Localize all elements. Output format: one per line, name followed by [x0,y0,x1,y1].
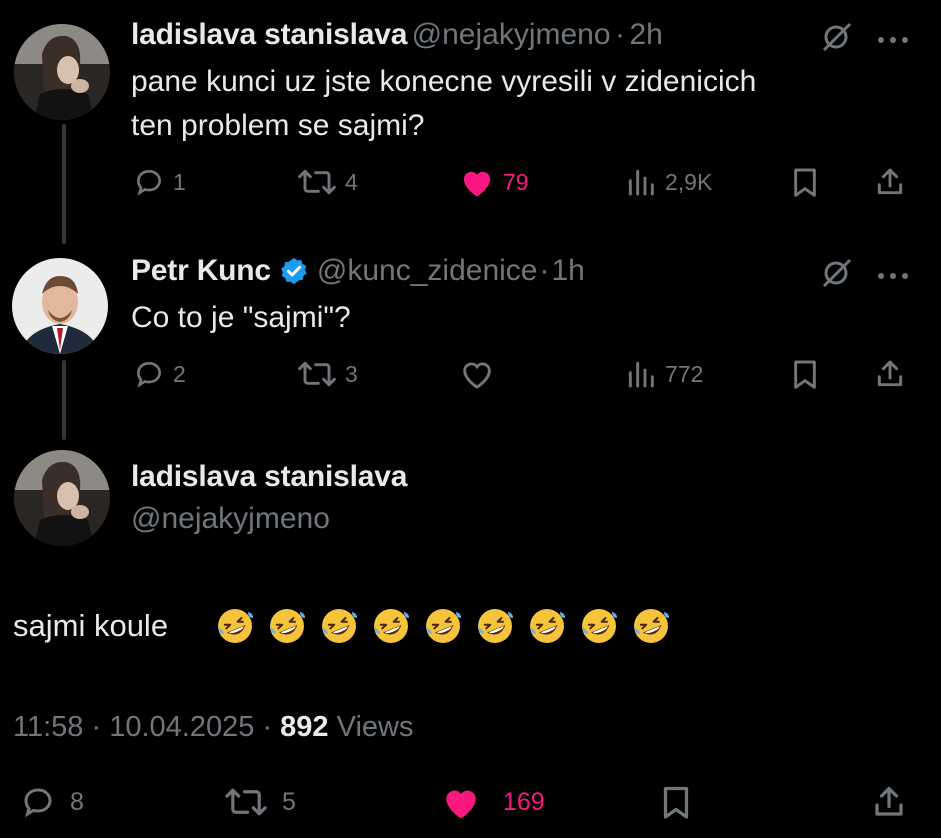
rolling-laughing-emoji-icon [478,609,513,643]
tweet-header: Petr Kunc @kunc_zidenice · 1h [131,254,585,288]
separator-dot: · [91,711,102,743]
repost-count: 4 [345,168,358,195]
views-count: 2,9K [665,168,713,195]
avatar[interactable] [12,258,108,354]
tweet-date[interactable]: 10.04.2025 [109,711,254,743]
rolling-laughing-emoji-icon [582,609,617,643]
tweet-header: ladislava stanislava @nejakyjmeno · 2h [131,18,663,52]
repost-icon [298,361,336,387]
more-icon[interactable] [876,32,910,50]
repost-button[interactable]: 5 [224,784,296,820]
views-icon [628,169,654,196]
repost-count: 5 [282,787,296,816]
grok-icon[interactable] [820,258,854,293]
tweet-time[interactable]: 2h [629,18,662,51]
share-button[interactable] [871,784,907,820]
reply-count: 2 [173,360,186,387]
views-button[interactable]: 2,9K [625,166,712,198]
share-icon [875,786,903,816]
like-button[interactable] [459,358,495,390]
main-author: ladislava stanislava @nejakyjmeno [131,460,407,536]
reply-icon [136,169,162,196]
repost-button[interactable]: 3 [297,358,358,390]
share-button[interactable] [874,358,906,390]
avatar[interactable] [14,450,110,546]
more-icon[interactable] [876,268,910,286]
verified-badge-icon [281,257,307,285]
bookmark-button[interactable] [790,358,820,390]
avatar-photo-icon [14,24,110,120]
repost-icon [298,169,336,195]
views-count: 892 [280,711,329,743]
reply-count: 1 [173,168,186,195]
thread-line [62,360,66,440]
avatar-photo-icon [14,450,110,546]
main-tweet-text: sajmi koule [13,608,169,643]
rolling-laughing-emoji-icon [634,609,669,643]
reply-button[interactable]: 2 [133,358,186,390]
bookmark-icon [794,168,816,197]
views-label: Views [336,711,414,743]
bookmark-icon [663,786,689,819]
bookmark-button[interactable] [660,784,692,820]
reply-button[interactable]: 8 [20,784,84,820]
rolling-laughing-emoji-icon [218,609,253,643]
tweet-time[interactable]: 11:58 [13,711,83,743]
views-icon [628,361,654,388]
heart-filled-icon [446,790,476,819]
author-name[interactable]: ladislava stanislava [131,460,407,494]
author-name[interactable]: Petr Kunc [131,254,271,288]
reply-icon [24,788,52,818]
tweet-text: Co to je "sajmi"? [131,296,351,340]
heart-filled-icon [463,171,491,197]
emoji-row [215,606,671,646]
avatar-photo-icon [12,258,108,354]
like-button[interactable]: 169 [441,784,545,820]
share-button[interactable] [874,166,906,198]
author-handle[interactable]: @kunc_zidenice [317,254,538,288]
reply-icon [136,361,162,388]
tweet-text: pane kunci uz jste konecne vyresili v zi… [131,60,756,148]
separator-dot: · [614,18,625,51]
reply-count: 8 [70,787,84,816]
repost-button[interactable]: 4 [297,166,358,198]
tweet-time[interactable]: 1h [551,254,584,288]
like-button[interactable]: 79 [459,166,529,198]
like-count: 169 [503,787,545,816]
bookmark-icon [794,360,816,389]
tweet-text-line: ten problem se sajmi? [131,109,425,142]
grok-icon[interactable] [820,22,854,57]
repost-count: 3 [345,360,358,387]
rolling-laughing-emoji-icon [322,609,357,643]
views-button[interactable]: 772 [625,358,703,390]
rolling-laughing-emoji-icon [374,609,409,643]
reply-button[interactable]: 1 [133,166,186,198]
author-name[interactable]: ladislava stanislava [131,18,407,51]
rolling-laughing-emoji-icon [270,609,305,643]
thread-line [62,124,66,244]
separator-dot: · [262,711,273,743]
rolling-laughing-emoji-icon [426,609,461,643]
views-count: 772 [665,360,704,387]
tweet-text-line: pane kunci uz jste konecne vyresili v zi… [131,65,757,98]
tweet-meta: 11:58 · 10.04.2025 · 892 Views [13,711,413,744]
share-icon [877,360,903,387]
bookmark-button[interactable] [790,166,820,198]
avatar[interactable] [14,24,110,120]
rolling-laughing-emoji-icon [530,609,565,643]
separator-dot: · [539,254,550,287]
tweet-text-line: Co to je "sajmi"? [131,301,351,334]
author-handle[interactable]: @nejakyjmeno [412,18,611,51]
like-count: 79 [503,168,529,195]
heart-outline-icon [463,362,491,389]
share-icon [877,168,903,195]
repost-icon [225,788,267,816]
author-handle[interactable]: @nejakyjmeno [131,502,407,536]
